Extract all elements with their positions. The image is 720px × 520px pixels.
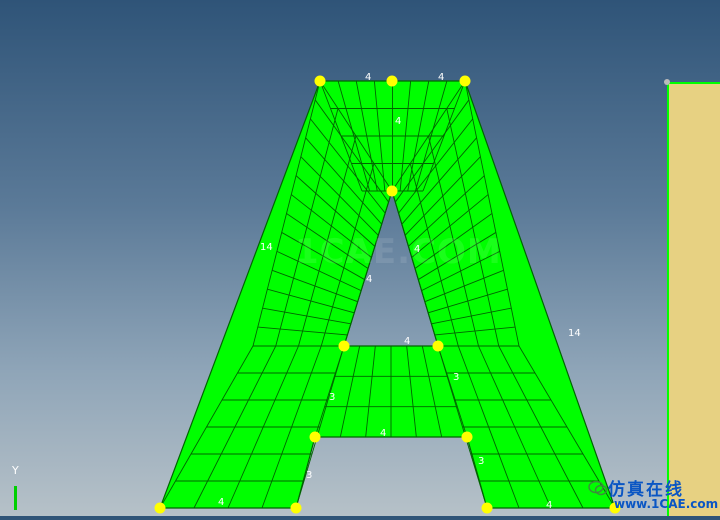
y-axis-label: Y bbox=[12, 464, 19, 477]
y-axis-line bbox=[14, 486, 17, 510]
side-part-node bbox=[664, 79, 670, 85]
watermark-text: 1CAE.COM bbox=[295, 232, 502, 272]
mesh-node[interactable] bbox=[432, 340, 444, 352]
edge-seed-label: 3 bbox=[306, 470, 312, 481]
letter-a-mesh[interactable] bbox=[159, 80, 616, 509]
edge-seed-label: 4 bbox=[218, 497, 224, 508]
edge-seed-label: 4 bbox=[404, 336, 410, 347]
edge-seed-label: 3 bbox=[478, 456, 484, 467]
mesh-node[interactable] bbox=[481, 502, 493, 514]
mesh-node[interactable] bbox=[290, 502, 302, 514]
wechat-icon bbox=[588, 480, 608, 496]
edge-seed-label: 14 bbox=[260, 242, 273, 253]
mesh-node[interactable] bbox=[386, 185, 398, 197]
graphics-viewport[interactable]: 4 4 4 14 4 4 4 14 3 3 4 3 3 4 4 1CAE.COM Y 仿真在线 www.1C… bbox=[0, 0, 720, 520]
edge-seed-label: 3 bbox=[329, 392, 335, 403]
mesh-node[interactable] bbox=[154, 502, 166, 514]
mesh-node[interactable] bbox=[309, 431, 321, 443]
edge-seed-label: 14 bbox=[568, 328, 581, 339]
mesh-node[interactable] bbox=[461, 431, 473, 443]
side-part[interactable] bbox=[667, 82, 720, 520]
brand-logo: 仿真在线 www.1CAE.com bbox=[588, 476, 719, 514]
edge-seed-label: 4 bbox=[438, 72, 444, 83]
edge-seed-label: 4 bbox=[546, 500, 552, 511]
edge-seed-label: 4 bbox=[395, 116, 401, 127]
edge-seed-label: 3 bbox=[453, 372, 459, 383]
mesh-node[interactable] bbox=[386, 75, 398, 87]
mesh-node[interactable] bbox=[459, 75, 471, 87]
brand-chinese-name: 仿真在线 bbox=[608, 479, 684, 500]
mesh-node[interactable] bbox=[314, 75, 326, 87]
brand-url: www.1CAE.com bbox=[614, 497, 719, 511]
edge-seed-label: 4 bbox=[366, 274, 372, 285]
mesh-node[interactable] bbox=[338, 340, 350, 352]
edge-seed-label: 4 bbox=[380, 428, 386, 439]
edge-seed-label: 4 bbox=[365, 72, 371, 83]
